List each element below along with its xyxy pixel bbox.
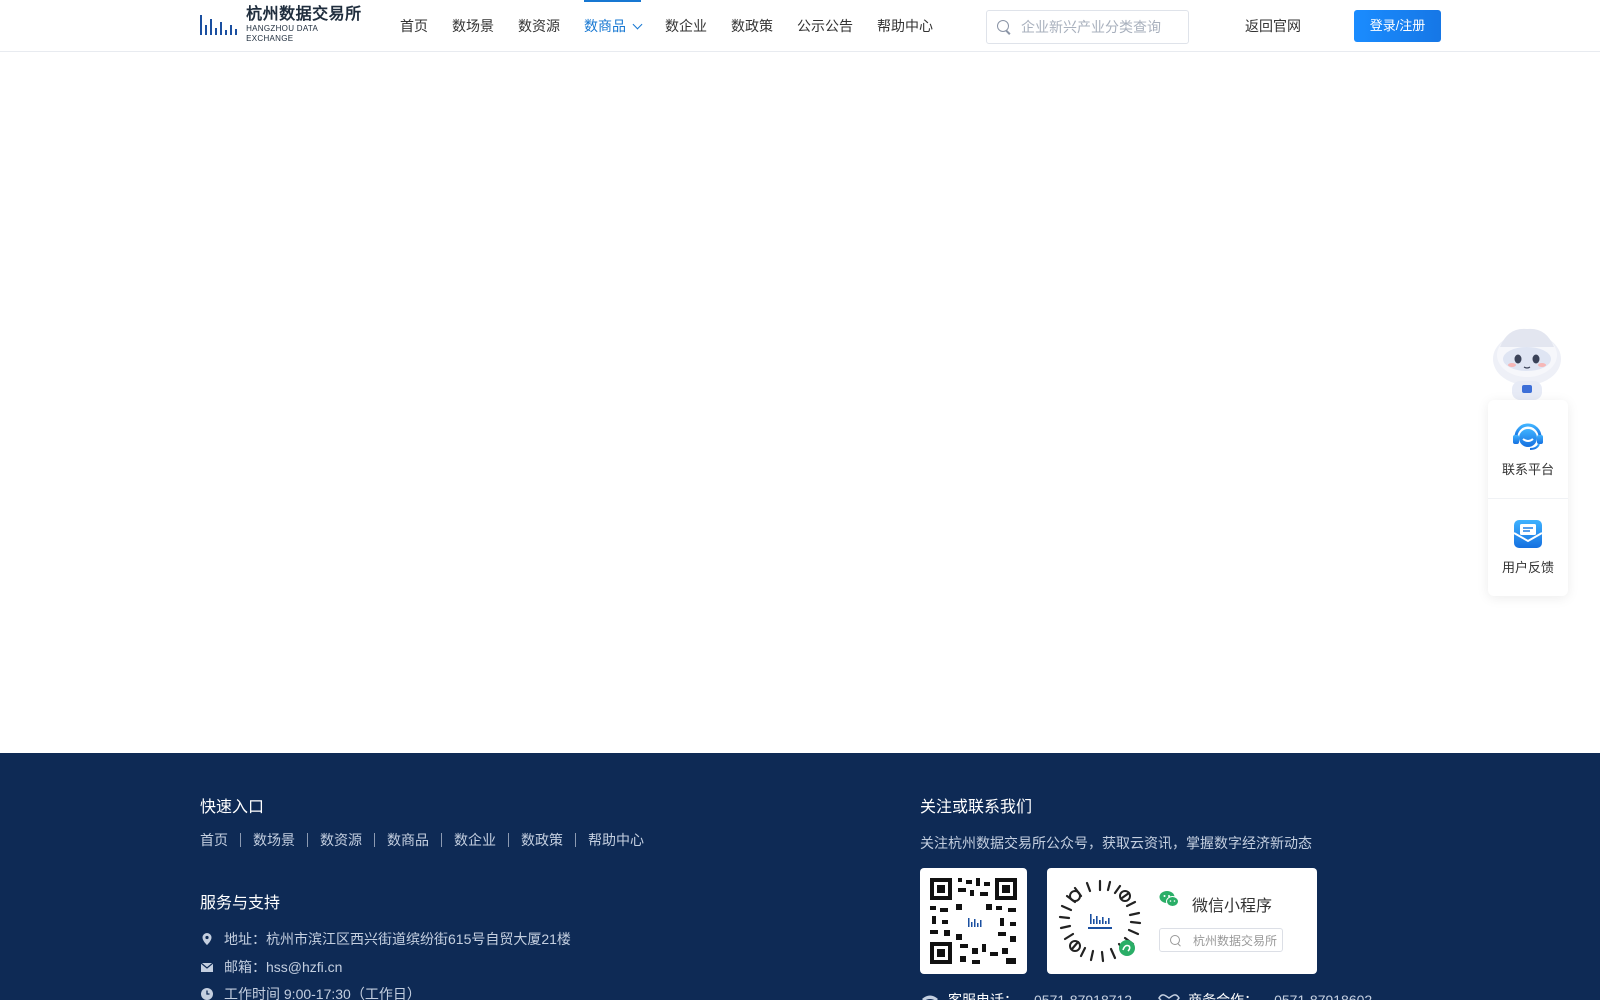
wechat-account-qr-code xyxy=(920,868,1027,974)
nav-resources[interactable]: 数资源 xyxy=(518,0,560,52)
login-register-button[interactable]: 登录/注册 xyxy=(1354,10,1441,42)
footer-link-enterprises[interactable]: 数企业 xyxy=(441,833,508,847)
business-phone-number[interactable]: 0571-87918602 xyxy=(1274,992,1372,1000)
email-row: 邮箱：hss@hzfi.cn xyxy=(200,957,342,977)
service-support-title: 服务与支持 xyxy=(200,895,281,912)
mini-program-search-text: 杭州数据交易所 xyxy=(1193,933,1278,948)
top-header: 杭州数据交易所 HANGZHOU DATA EXCHANGE 首页 数场景 数资… xyxy=(0,0,1600,52)
contact-platform-label: 联系平台 xyxy=(1501,461,1554,477)
site-logo[interactable]: 杭州数据交易所 HANGZHOU DATA EXCHANGE xyxy=(200,6,362,43)
service-phone-number[interactable]: 0571-87918712 xyxy=(1034,992,1132,1000)
footer-link-help[interactable]: 帮助中心 xyxy=(575,833,656,847)
phone-contacts-row: 客服电话： 0571-87918712 商务合作： 0571-87918602 xyxy=(920,990,1372,1000)
nav-announcements[interactable]: 公示公告 xyxy=(797,0,853,52)
address-row: 地址：杭州市滨江区西兴街道缤纷街615号自贸大厦21楼 xyxy=(200,929,571,949)
clock-icon xyxy=(201,988,213,1000)
location-pin-icon xyxy=(202,933,212,945)
mini-program-search: 杭州数据交易所 xyxy=(1159,928,1283,952)
nav-home[interactable]: 首页 xyxy=(400,0,428,52)
hours-text: 工作时间 9:00-17:30（工作日） xyxy=(224,986,421,1000)
floating-side-panel: 联系平台 用户反馈 xyxy=(1488,400,1568,596)
quick-links: 首页 数场景 数资源 数商品 数企业 数政策 帮助中心 xyxy=(200,833,656,847)
wechat-icon xyxy=(1159,891,1179,907)
nav-policies[interactable]: 数政策 xyxy=(731,0,773,52)
address-text: 地址：杭州市滨江区西兴街道缤纷街615号自贸大厦21楼 xyxy=(224,931,571,947)
user-feedback-label: 用户反馈 xyxy=(1501,560,1554,575)
follow-description: 关注杭州数据交易所公众号，获取云资讯，掌握数字经济新动态 xyxy=(920,835,1312,851)
footer-link-scenes[interactable]: 数场景 xyxy=(240,833,307,847)
handshake-icon xyxy=(1158,994,1181,1000)
nav-enterprises[interactable]: 数企业 xyxy=(665,0,707,52)
nav-help[interactable]: 帮助中心 xyxy=(877,0,933,52)
search-input[interactable] xyxy=(1021,19,1181,35)
chevron-down-icon xyxy=(632,19,643,30)
search-icon xyxy=(1170,934,1181,946)
service-phone-label: 客服电话： xyxy=(948,992,1018,1000)
logo-bars-icon xyxy=(200,11,240,39)
search-box xyxy=(986,10,1189,44)
footer-link-resources[interactable]: 数资源 xyxy=(307,833,374,847)
footer-link-policies[interactable]: 数政策 xyxy=(508,833,575,847)
mini-program-code xyxy=(1058,879,1142,963)
email-text: 邮箱：hss@hzfi.cn xyxy=(224,959,343,975)
logo-name-en: HANGZHOU DATA EXCHANGE xyxy=(246,24,318,43)
footer-link-products[interactable]: 数商品 xyxy=(374,833,441,847)
nav-scenes[interactable]: 数场景 xyxy=(452,0,494,52)
nav-products[interactable]: 数商品 xyxy=(584,0,643,52)
feedback-mail-icon xyxy=(1513,520,1543,548)
mail-icon xyxy=(200,962,214,972)
user-feedback-button[interactable]: 用户反馈 xyxy=(1488,498,1568,596)
logo-name-cn: 杭州数据交易所 xyxy=(246,6,362,23)
quick-entry-title: 快速入口 xyxy=(200,799,265,816)
hours-row: 工作时间 9:00-17:30（工作日） xyxy=(200,984,421,1000)
contact-platform-button[interactable]: 联系平台 xyxy=(1488,400,1568,498)
footer-link-home[interactable]: 首页 xyxy=(200,833,240,847)
search-icon[interactable] xyxy=(997,20,1011,34)
follow-us-title: 关注或联系我们 xyxy=(920,799,1033,816)
back-home-link[interactable]: 返回官网 xyxy=(1245,0,1301,52)
business-label: 商务合作： xyxy=(1188,992,1259,1000)
telephone-icon xyxy=(922,995,938,1000)
wechat-mini-program-card: 微信小程序 杭州数据交易所 xyxy=(1047,868,1317,974)
mini-program-title: 微信小程序 xyxy=(1192,898,1273,915)
site-footer: 快速入口 首页 数场景 数资源 数商品 数企业 数政策 帮助中心 服务与支持 地… xyxy=(0,753,1600,1000)
headset-icon xyxy=(1513,423,1543,450)
main-nav: 首页 数场景 数资源 数商品 数企业 数政策 公示公告 帮助中心 xyxy=(400,0,957,52)
assistant-robot-icon[interactable] xyxy=(1488,325,1566,400)
